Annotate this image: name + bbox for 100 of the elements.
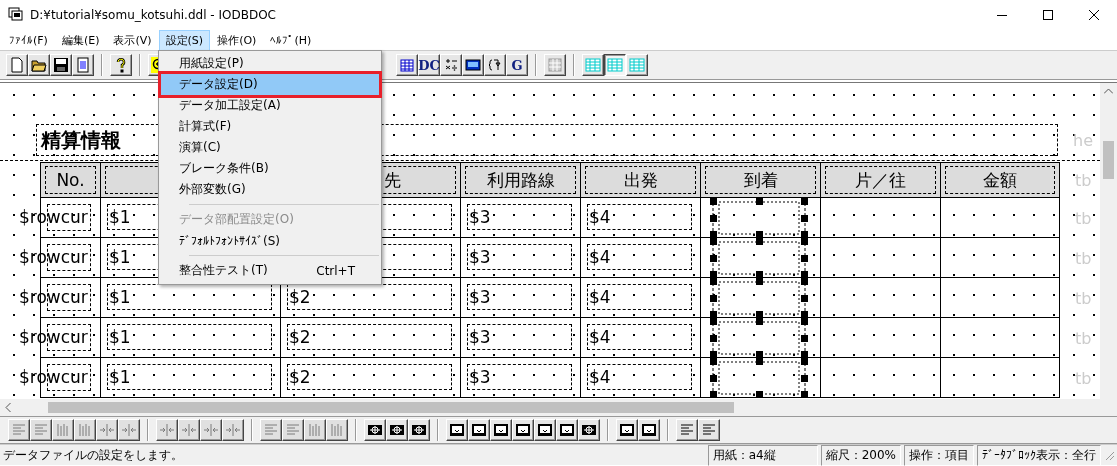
crosshair-icon [389,422,405,438]
column-header: 金額 [940,162,1060,198]
arrows-icon [181,422,197,438]
status-pane: 操作：項目 [904,444,974,466]
arrows-icon [225,422,241,438]
shortcut-label: Ctrl+T [316,263,355,278]
side-label: he [1073,130,1093,150]
menu-item-label: ブレーク条件(B) [179,160,269,177]
document-icon [75,57,91,73]
crosshair-icon [411,422,427,438]
menu-item[interactable]: 操作(O) [210,29,264,51]
field-text: $2 [289,326,311,348]
brace-arrow-icon [487,57,503,73]
menu-item-label: 用紙設定(P) [179,55,244,72]
window-title: D:¥tutorial¥somu_kotsuhi.ddl - IODBDOC [30,8,276,22]
frame-icon [537,422,553,438]
field-text: $3 [469,366,491,388]
menu-item[interactable]: 外部変数(G) [161,179,379,200]
table-icon [607,57,623,73]
menu-item[interactable]: データ設定(D) [161,74,379,95]
toolbar-button[interactable]: G [506,54,528,76]
column-header: No. [40,162,100,198]
arithmetic-icon [443,57,459,73]
arrows-icon [159,422,175,438]
field-text: $1 [109,246,131,268]
field-text: $1 [109,326,131,348]
frame-icon [449,422,465,438]
field-text: $3 [469,326,491,348]
grid-icon [399,57,415,73]
bars-icon [307,422,323,438]
menu-item[interactable]: 設定(S) [158,29,211,51]
table-icon [585,57,601,73]
open-folder-icon [31,57,47,73]
frame-icon [515,422,531,438]
bars-icon [77,422,93,438]
column-header: 利用路線 [460,162,580,198]
menu-item[interactable]: ﾌｧｲﾙ(F) [2,30,55,50]
field-text: $3 [469,246,491,268]
field-text: $4 [589,206,611,228]
crosshair-icon [367,422,383,438]
maximize-icon [1043,10,1053,20]
align-lines-icon [285,422,301,438]
arrows-icon [121,422,137,438]
menu-item[interactable]: 整合性テスト(T) Ctrl+T [161,260,379,281]
column-header: 片／往 [820,162,940,198]
save-icon [53,57,69,73]
arrows-icon [99,422,115,438]
column-header: 出発 [580,162,700,198]
monitor-icon [465,57,481,73]
align-lines-icon [679,422,695,438]
field-text: $4 [589,326,611,348]
status-pane: 用紙：a4縦 [707,444,818,466]
frame-icon [493,422,509,438]
status-pane: 縮尺：200% [820,444,901,466]
menu-item[interactable]: ﾃﾞﾌｫﾙﾄﾌｫﾝﾄｻｲｽﾞ(S) [161,230,379,251]
table-icon [629,57,645,73]
toolbar-button[interactable]: DC [418,54,440,76]
toolbar-button[interactable] [604,54,626,76]
menu-item[interactable]: 表示(V) [106,29,159,51]
menu-item-label: ﾃﾞﾌｫﾙﾄﾌｫﾝﾄｻｲｽﾞ(S) [179,233,280,248]
resize-grip-icon [1103,449,1115,461]
menu-item-label: データ部配置設定(O) [179,211,294,228]
align-lines-icon [701,422,717,438]
horizontal-scrollbar[interactable] [0,399,1100,416]
bars-icon [55,422,71,438]
menu-item-label: 外部変数(G) [179,181,246,198]
app-icon [8,7,24,23]
field-text: $1 [109,206,131,228]
scrollbar-thumb[interactable] [48,402,734,413]
scrollbar-thumb[interactable] [1103,141,1114,179]
menu-item-label: 整合性テスト(T) [179,262,268,279]
arrows-icon [203,422,219,438]
grid-icon [547,57,563,73]
menu-item-label: データ加工設定(A) [179,97,281,114]
align-lines-icon [33,422,49,438]
column-header: 到着 [700,162,820,198]
menu-item[interactable]: ﾍﾙﾌﾟ(H) [263,30,319,50]
field-text: $3 [469,206,491,228]
field-text: $4 [589,246,611,268]
menu-item[interactable]: 用紙設定(P) [161,53,379,74]
frame-icon [641,422,657,438]
field-text: $2 [289,366,311,388]
menu-item[interactable]: 演算(C) [161,137,379,158]
frame-icon [559,422,575,438]
status-pane: ﾃﾞｰﾀﾌﾞﾛｯｸ表示：全行 [977,444,1101,466]
menu-item[interactable]: データ加工設定(A) [161,95,379,116]
field-text: $3 [469,286,491,308]
status-message: データファイルの設定をします。 [2,446,183,464]
menu-item[interactable]: 編集(E) [54,29,107,51]
align-lines-icon [263,422,279,438]
field-text: $4 [589,366,611,388]
field-text: $1 [109,286,131,308]
frame-icon [619,422,635,438]
frame-icon [471,422,487,438]
field-text: $4 [589,286,611,308]
close-icon [1089,10,1099,20]
menu-item-label: データ設定(D) [179,76,258,93]
vertical-scrollbar[interactable] [1100,83,1117,399]
field-text: $2 [289,286,311,308]
new-file-icon [9,57,25,73]
